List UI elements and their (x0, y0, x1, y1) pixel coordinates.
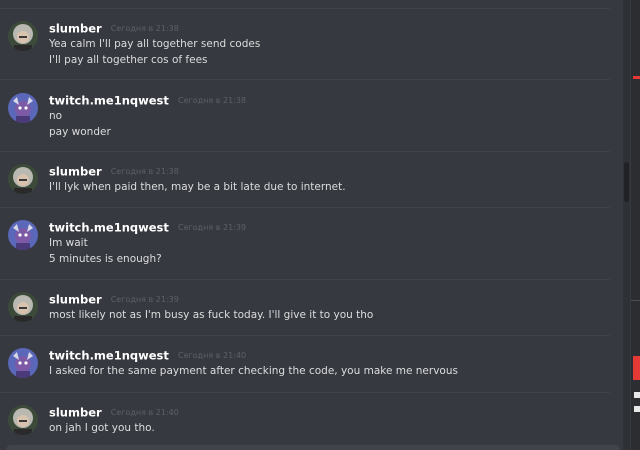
purple-character-avatar-icon[interactable] (8, 93, 38, 123)
message-timestamp: Сегодня в 21:39 (178, 222, 247, 232)
message-timestamp: Сегодня в 21:38 (110, 166, 179, 176)
grey-hair-avatar-icon[interactable] (8, 164, 38, 194)
message-text: I'll pay all together cos of fees (49, 54, 208, 66)
message-text: 5 minutes is enough? (49, 253, 162, 265)
message-text: Yea calm I'll pay all together send code… (49, 38, 261, 50)
message-text: I'll lyk when paid then, may be a bit la… (49, 181, 346, 193)
message-divider (0, 8, 610, 9)
message-group: slumber Сегодня в 21:39 most likely not … (0, 291, 620, 327)
purple-character-avatar-icon[interactable] (8, 220, 38, 250)
grey-hair-avatar-icon[interactable] (8, 405, 38, 435)
message-timestamp: Сегодня в 21:39 (110, 294, 179, 304)
message-text: no (49, 110, 63, 122)
message-author[interactable]: twitch.me1nqwest (49, 221, 169, 235)
message-group: twitch.me1nqwest Сегодня в 21:39 Im wait… (0, 219, 620, 269)
edge-red-mark (633, 76, 640, 79)
message-group: slumber Сегодня в 21:40 on jah I got you… (0, 404, 620, 440)
message-divider (0, 279, 610, 280)
message-input-edge[interactable] (6, 445, 620, 450)
message-timestamp: Сегодня в 21:38 (178, 95, 247, 105)
message-author[interactable]: slumber (49, 165, 102, 179)
message-divider (0, 335, 610, 336)
grey-hair-avatar-icon[interactable] (8, 21, 38, 51)
message-text: most likely not as I'm busy as fuck toda… (49, 309, 374, 321)
message-author[interactable]: slumber (49, 293, 102, 307)
message-text: Im wait (49, 237, 88, 249)
edge-white-mark (634, 392, 640, 398)
message-author[interactable]: slumber (49, 22, 102, 36)
message-timestamp: Сегодня в 21:38 (110, 23, 179, 33)
message-author[interactable]: twitch.me1nqwest (49, 349, 169, 363)
edge-divider-mark (631, 300, 640, 301)
message-author[interactable]: slumber (49, 406, 102, 420)
message-group: twitch.me1nqwest Сегодня в 21:40 I asked… (0, 347, 620, 383)
message-text: pay wonder (49, 126, 111, 138)
message-divider (0, 79, 610, 80)
scrollbar-thumb[interactable] (624, 162, 629, 202)
edge-red-block (633, 356, 640, 380)
message-text: on jah I got you tho. (49, 422, 155, 434)
message-timestamp: Сегодня в 21:40 (110, 407, 179, 417)
side-panel-edge (631, 0, 640, 450)
grey-hair-avatar-icon[interactable] (8, 292, 38, 322)
message-divider (0, 392, 610, 393)
message-divider (0, 151, 610, 152)
message-text: I asked for the same payment after check… (49, 365, 458, 377)
message-group: twitch.me1nqwest Сегодня в 21:38 no pay … (0, 92, 620, 142)
edge-white-mark (634, 406, 640, 412)
message-group: slumber Сегодня в 21:38 Yea calm I'll pa… (0, 20, 620, 70)
message-group: slumber Сегодня в 21:38 I'll lyk when pa… (0, 163, 620, 199)
scrollbar-track[interactable] (623, 0, 630, 450)
message-timestamp: Сегодня в 21:40 (178, 350, 247, 360)
purple-character-avatar-icon[interactable] (8, 348, 38, 378)
chat-messages-area[interactable]: slumber Сегодня в 21:38 Yea calm I'll pa… (0, 0, 640, 450)
message-divider (0, 207, 610, 208)
message-author[interactable]: twitch.me1nqwest (49, 94, 169, 108)
